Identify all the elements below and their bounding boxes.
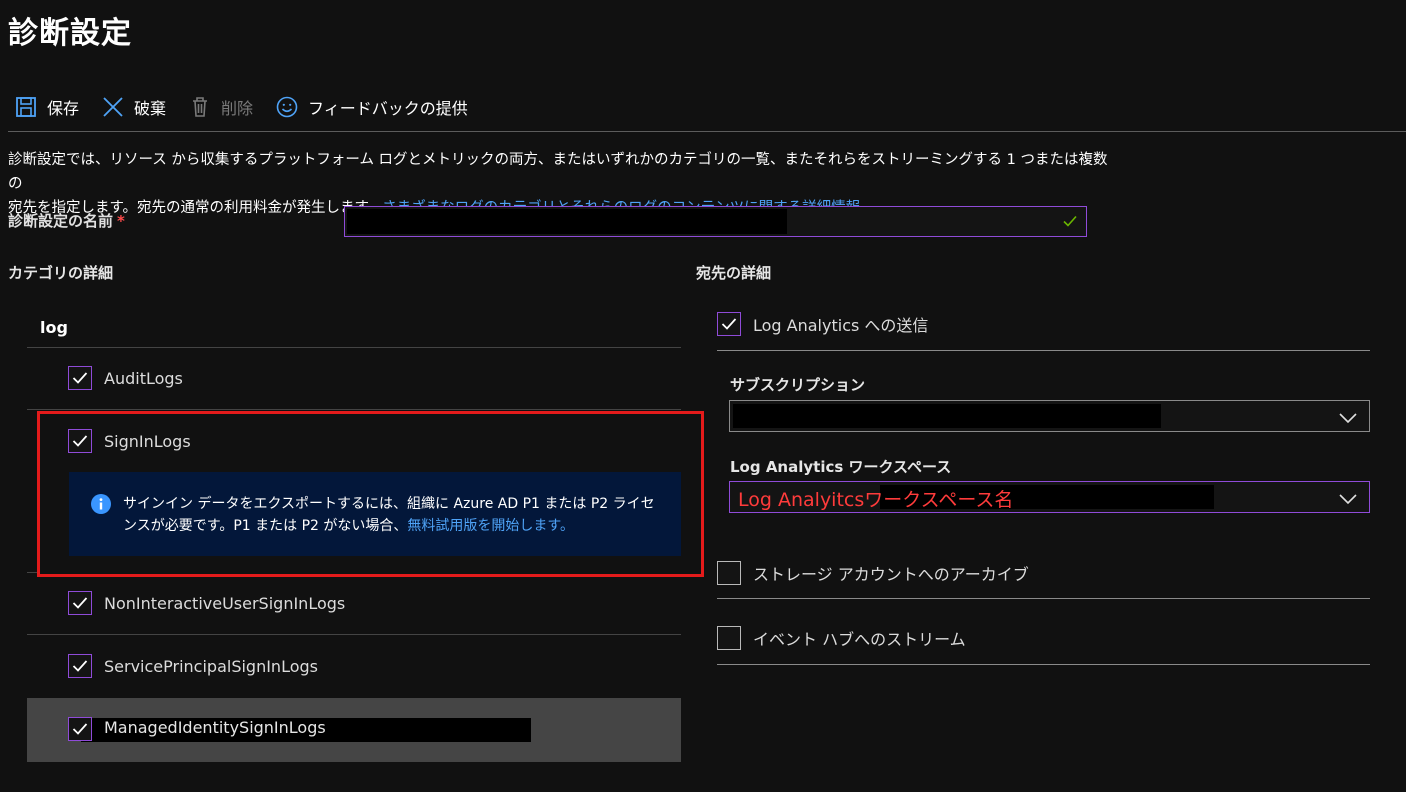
- destination-details-heading: 宛先の詳細: [696, 264, 772, 282]
- dest-storage[interactable]: ストレージ アカウントへのアーカイブ: [717, 560, 1029, 586]
- divider: [717, 664, 1370, 665]
- divider: [717, 350, 1370, 351]
- log-group-heading: log: [40, 318, 68, 337]
- diagnostic-name-input[interactable]: [344, 206, 1087, 237]
- highlight-box: [37, 411, 704, 577]
- divider: [717, 598, 1370, 599]
- storage-label: ストレージ アカウントへのアーカイブ: [753, 565, 1029, 584]
- divider: [27, 572, 37, 573]
- subscription-dropdown[interactable]: [729, 400, 1370, 432]
- discard-label: 破棄: [134, 99, 167, 118]
- divider: [27, 409, 681, 410]
- event-hub-label: イベント ハブへのストリーム: [753, 630, 966, 649]
- category-details-heading: カテゴリの詳細: [8, 264, 114, 282]
- divider: [27, 347, 681, 348]
- close-icon: [101, 95, 125, 119]
- workspace-dropdown[interactable]: Log Analyitcsワークスペース名: [729, 481, 1370, 513]
- redacted-value: [347, 209, 787, 234]
- chevron-down-icon: [1339, 410, 1357, 428]
- delete-button[interactable]: 削除: [188, 95, 253, 119]
- checkbox-noninteractive[interactable]: [68, 591, 92, 615]
- subscription-label: サブスクリプション: [730, 376, 866, 394]
- toolbar-divider: [8, 131, 1406, 132]
- chevron-down-icon: [1339, 491, 1357, 509]
- divider: [27, 634, 681, 635]
- checkbox-log-analytics[interactable]: [717, 312, 741, 336]
- feedback-label: フィードバックの提供: [308, 99, 468, 118]
- page-title: 診断設定: [8, 16, 132, 51]
- workspace-label: Log Analytics ワークスペース: [730, 458, 952, 476]
- checkbox-event-hub[interactable]: [717, 626, 741, 650]
- dest-event-hub[interactable]: イベント ハブへのストリーム: [717, 625, 966, 651]
- command-bar: 保存 破棄 削除 フィードバックの提供: [14, 90, 490, 124]
- save-label: 保存: [47, 99, 80, 118]
- required-mark: *: [117, 212, 125, 230]
- checkbox-serviceprincipal[interactable]: [68, 654, 92, 678]
- checkbox-managedidentity[interactable]: [68, 717, 92, 741]
- workspace-annotation: Log Analyitcsワークスペース名: [738, 489, 1014, 511]
- trash-icon: [188, 95, 212, 119]
- delete-label: 削除: [221, 99, 254, 118]
- valid-check-icon: [1062, 213, 1078, 233]
- noninteractive-label: NonInteractiveUserSignInLogs: [104, 593, 346, 613]
- category-noninteractive[interactable]: NonInteractiveUserSignInLogs: [68, 590, 345, 616]
- log-analytics-label: Log Analytics への送信: [753, 316, 929, 335]
- category-auditlogs[interactable]: AuditLogs: [68, 365, 183, 391]
- category-managedidentity[interactable]: ManagedIdentitySignInLogs: [27, 698, 681, 762]
- dest-log-analytics[interactable]: Log Analytics への送信: [717, 311, 928, 337]
- discard-button[interactable]: 破棄: [101, 95, 166, 119]
- checkbox-auditlogs[interactable]: [68, 366, 92, 390]
- diagnostic-name-label: 診断設定の名前 *: [8, 212, 125, 230]
- save-button[interactable]: 保存: [14, 95, 79, 119]
- redacted-value: [733, 404, 1161, 428]
- feedback-button[interactable]: フィードバックの提供: [275, 95, 468, 119]
- smiley-icon: [275, 95, 299, 119]
- save-icon: [14, 95, 38, 119]
- serviceprincipal-label: ServicePrincipalSignInLogs: [104, 656, 318, 676]
- auditlogs-label: AuditLogs: [104, 368, 183, 388]
- category-serviceprincipal[interactable]: ServicePrincipalSignInLogs: [68, 653, 318, 679]
- checkbox-storage[interactable]: [717, 561, 741, 585]
- description-line-1: 診断設定では、リソース から収集するプラットフォーム ログとメトリックの両方、ま…: [8, 152, 1108, 192]
- managedidentity-label: ManagedIdentitySignInLogs: [104, 718, 326, 737]
